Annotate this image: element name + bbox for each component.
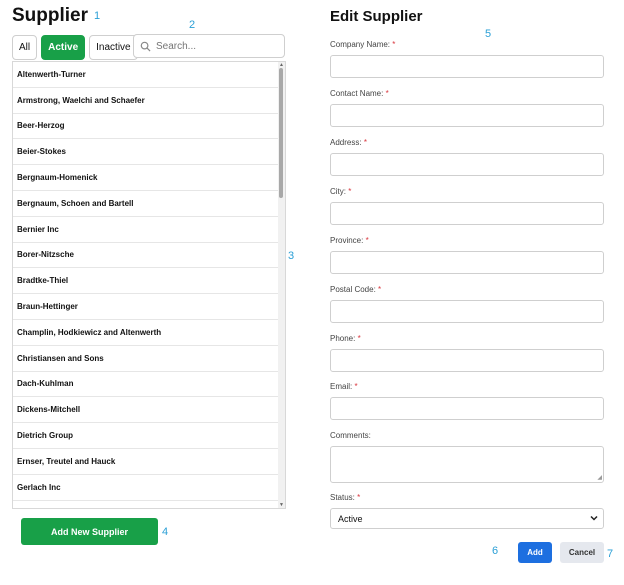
supplier-list-item[interactable]: Dietrich Group (13, 423, 285, 449)
company-name-label: Company Name: * (330, 40, 396, 49)
scroll-thumb[interactable] (279, 68, 283, 198)
phone-label: Phone: * (330, 334, 361, 343)
comments-label: Comments: (330, 431, 371, 440)
postal-code-field[interactable] (330, 300, 604, 323)
phone-field[interactable] (330, 349, 604, 372)
annotation-marker-1: 1 (94, 10, 101, 22)
cancel-button[interactable]: Cancel (560, 542, 604, 563)
supplier-list-item[interactable]: Beer-Herzog (13, 114, 285, 140)
status-select[interactable]: Active (330, 508, 604, 529)
search-input[interactable] (156, 40, 276, 52)
supplier-list-item[interactable]: Armstrong, Waelchi and Schaefer (13, 88, 285, 114)
list-scrollbar[interactable]: ▲ ▼ (278, 62, 285, 508)
annotation-marker-6: 6 (492, 545, 499, 557)
address-field[interactable] (330, 153, 604, 176)
address-label: Address: * (330, 138, 367, 147)
annotation-marker-5: 5 (485, 28, 492, 40)
supplier-list-item[interactable]: Bernier Inc (13, 217, 285, 243)
supplier-list-item[interactable]: Gerlach Inc (13, 475, 285, 501)
annotation-marker-4: 4 (162, 526, 169, 538)
city-field[interactable] (330, 202, 604, 225)
annotation-marker-3: 3 (288, 250, 295, 262)
form-title: Edit Supplier (330, 8, 423, 25)
supplier-list-item[interactable]: Braun-Hettinger (13, 294, 285, 320)
city-label: City: * (330, 187, 352, 196)
supplier-list-item[interactable]: Bergnaum-Homenick (13, 165, 285, 191)
supplier-list-item[interactable]: Ernser, Treutel and Hauck (13, 449, 285, 475)
contact-name-label: Contact Name: * (330, 89, 389, 98)
scroll-down-arrow-icon[interactable]: ▼ (279, 502, 284, 508)
supplier-list-item[interactable]: Bradtke-Thiel (13, 268, 285, 295)
add-button[interactable]: Add (518, 542, 552, 563)
supplier-list-item[interactable]: Dickens-Mitchell (13, 397, 285, 424)
add-new-supplier-button[interactable]: Add New Supplier (21, 518, 158, 545)
status-label: Status: * (330, 493, 361, 502)
annotation-marker-7: 7 (607, 548, 614, 560)
comments-textarea[interactable]: ◢ (330, 446, 604, 483)
filter-all-button[interactable]: All (12, 35, 38, 60)
supplier-list-item[interactable]: Beier-Stokes (13, 139, 285, 166)
search-box (133, 34, 285, 58)
contact-name-field[interactable] (330, 104, 604, 127)
filter-inactive-button[interactable]: Inactive (89, 35, 138, 60)
annotation-marker-2: 2 (189, 19, 196, 31)
filter-tabs: All Active Inactive (12, 35, 138, 60)
supplier-list-item[interactable]: Champlin, Hodkiewicz and Altenwerth (13, 320, 285, 346)
postal-code-label: Postal Code: * (330, 285, 382, 294)
email-field[interactable] (330, 397, 604, 420)
filter-active-button[interactable]: Active (41, 35, 86, 60)
email-label: Email: * (330, 382, 358, 391)
supplier-list-item[interactable]: Altenwerth-Turner (13, 62, 285, 88)
province-label: Province: * (330, 236, 369, 245)
page-title: Supplier (12, 5, 89, 26)
resize-grip-icon[interactable]: ◢ (597, 474, 602, 481)
status-selected-value: Active (338, 513, 363, 524)
supplier-list[interactable]: Altenwerth-Turner Armstrong, Waelchi and … (12, 61, 286, 509)
company-name-field[interactable] (330, 55, 604, 78)
supplier-list-item[interactable]: Bergnaum, Schoen and Bartell (13, 191, 285, 217)
province-field[interactable] (330, 251, 604, 274)
chevron-down-icon (590, 515, 598, 521)
search-icon (140, 41, 151, 52)
supplier-list-item[interactable]: Christiansen and Sons (13, 346, 285, 372)
supplier-list-item[interactable]: Borer-Nitzsche (13, 243, 285, 269)
supplier-list-item[interactable]: Dach-Kuhlman (13, 372, 285, 398)
